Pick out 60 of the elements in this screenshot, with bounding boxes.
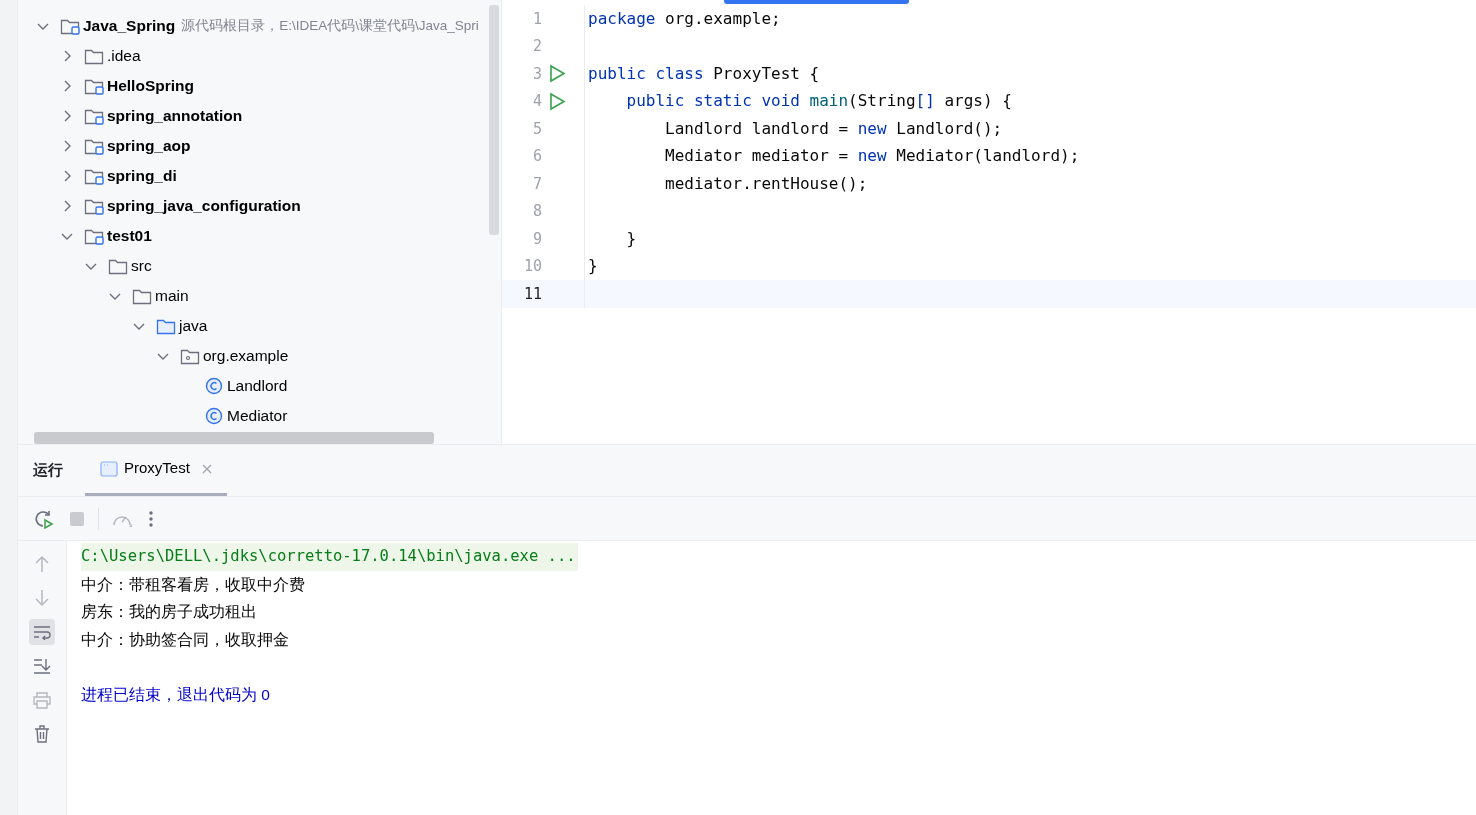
- run-tab[interactable]: ProxyTest: [85, 444, 227, 496]
- line-number: 11: [522, 283, 542, 305]
- tree-item[interactable]: spring_java_configuration: [107, 194, 301, 218]
- code-line: }: [588, 255, 598, 278]
- tree-item[interactable]: spring_annotation: [107, 104, 243, 128]
- folder-icon: [132, 287, 152, 305]
- source-folder-icon: [156, 317, 176, 335]
- tree-item[interactable]: src: [131, 254, 152, 278]
- tree-item[interactable]: HelloSpring: [107, 74, 194, 98]
- tree-item[interactable]: Java_Spring: [83, 14, 176, 38]
- code-line: Landlord landlord = new Landlord();: [664, 117, 1003, 140]
- code-line: public class ProxyTest {: [588, 62, 820, 85]
- package-folder-icon: [180, 347, 200, 365]
- run-icon[interactable]: [548, 91, 566, 111]
- scrollbar[interactable]: [34, 432, 434, 444]
- line-number: 4: [531, 91, 542, 112]
- folder-icon: [84, 47, 104, 65]
- panel-title: 运行: [33, 459, 63, 480]
- console-tab-icon: [100, 460, 118, 477]
- line-number: 9: [531, 228, 542, 250]
- tree-item[interactable]: spring_di: [107, 164, 177, 188]
- line-number: 10: [522, 256, 542, 277]
- run-icon[interactable]: [548, 64, 566, 84]
- code-line: package org.example;: [588, 7, 781, 30]
- tree-item[interactable]: main: [155, 284, 189, 308]
- module-folder-icon: [84, 77, 104, 95]
- class-icon: [204, 407, 224, 425]
- line-number: 1: [531, 8, 542, 30]
- line-number: 6: [531, 146, 542, 167]
- module-folder-icon: [84, 107, 104, 125]
- tree-item[interactable]: java: [179, 314, 208, 338]
- code-line: public static void main(String[] args) {: [625, 90, 1012, 113]
- console-line: 中介：带租客看房，收取中介费: [81, 574, 306, 595]
- folder-icon: [108, 257, 128, 275]
- module-folder-icon: [84, 167, 104, 185]
- line-number: 5: [531, 118, 542, 140]
- console-line: 进程已结束，退出代码为 0: [81, 684, 271, 705]
- module-folder-icon: [84, 197, 104, 215]
- line-number: 2: [531, 36, 542, 57]
- code-line: }: [625, 227, 637, 250]
- console-line: 中介：协助签合同，收取押金: [81, 629, 290, 650]
- line-number: 3: [531, 63, 542, 85]
- code-line: mediator.rentHouse();: [664, 172, 868, 195]
- module-folder-icon: [84, 227, 104, 245]
- path-hint: 源代码根目录，E:\IDEA代码\课堂代码\Java_Spri: [181, 16, 479, 35]
- module-folder-icon: [60, 17, 80, 35]
- scrollbar[interactable]: [489, 5, 499, 235]
- line-number: 7: [531, 173, 542, 195]
- tree-item[interactable]: test01: [107, 224, 152, 248]
- tree-item[interactable]: Landlord: [227, 374, 288, 398]
- tree-item[interactable]: .idea: [107, 44, 141, 68]
- code-line: Mediator mediator = new Mediator(landlord);: [664, 145, 1080, 168]
- class-icon: [204, 377, 224, 395]
- tree-item[interactable]: org.example: [203, 344, 289, 368]
- module-folder-icon: [84, 137, 104, 155]
- console-line: 房东：我的房子成功租出: [81, 602, 258, 623]
- line-number: 8: [531, 201, 542, 222]
- soft-wrap-icon[interactable]: [29, 619, 55, 645]
- tree-item[interactable]: Mediator: [227, 404, 288, 428]
- tree-item[interactable]: spring_aop: [107, 134, 191, 158]
